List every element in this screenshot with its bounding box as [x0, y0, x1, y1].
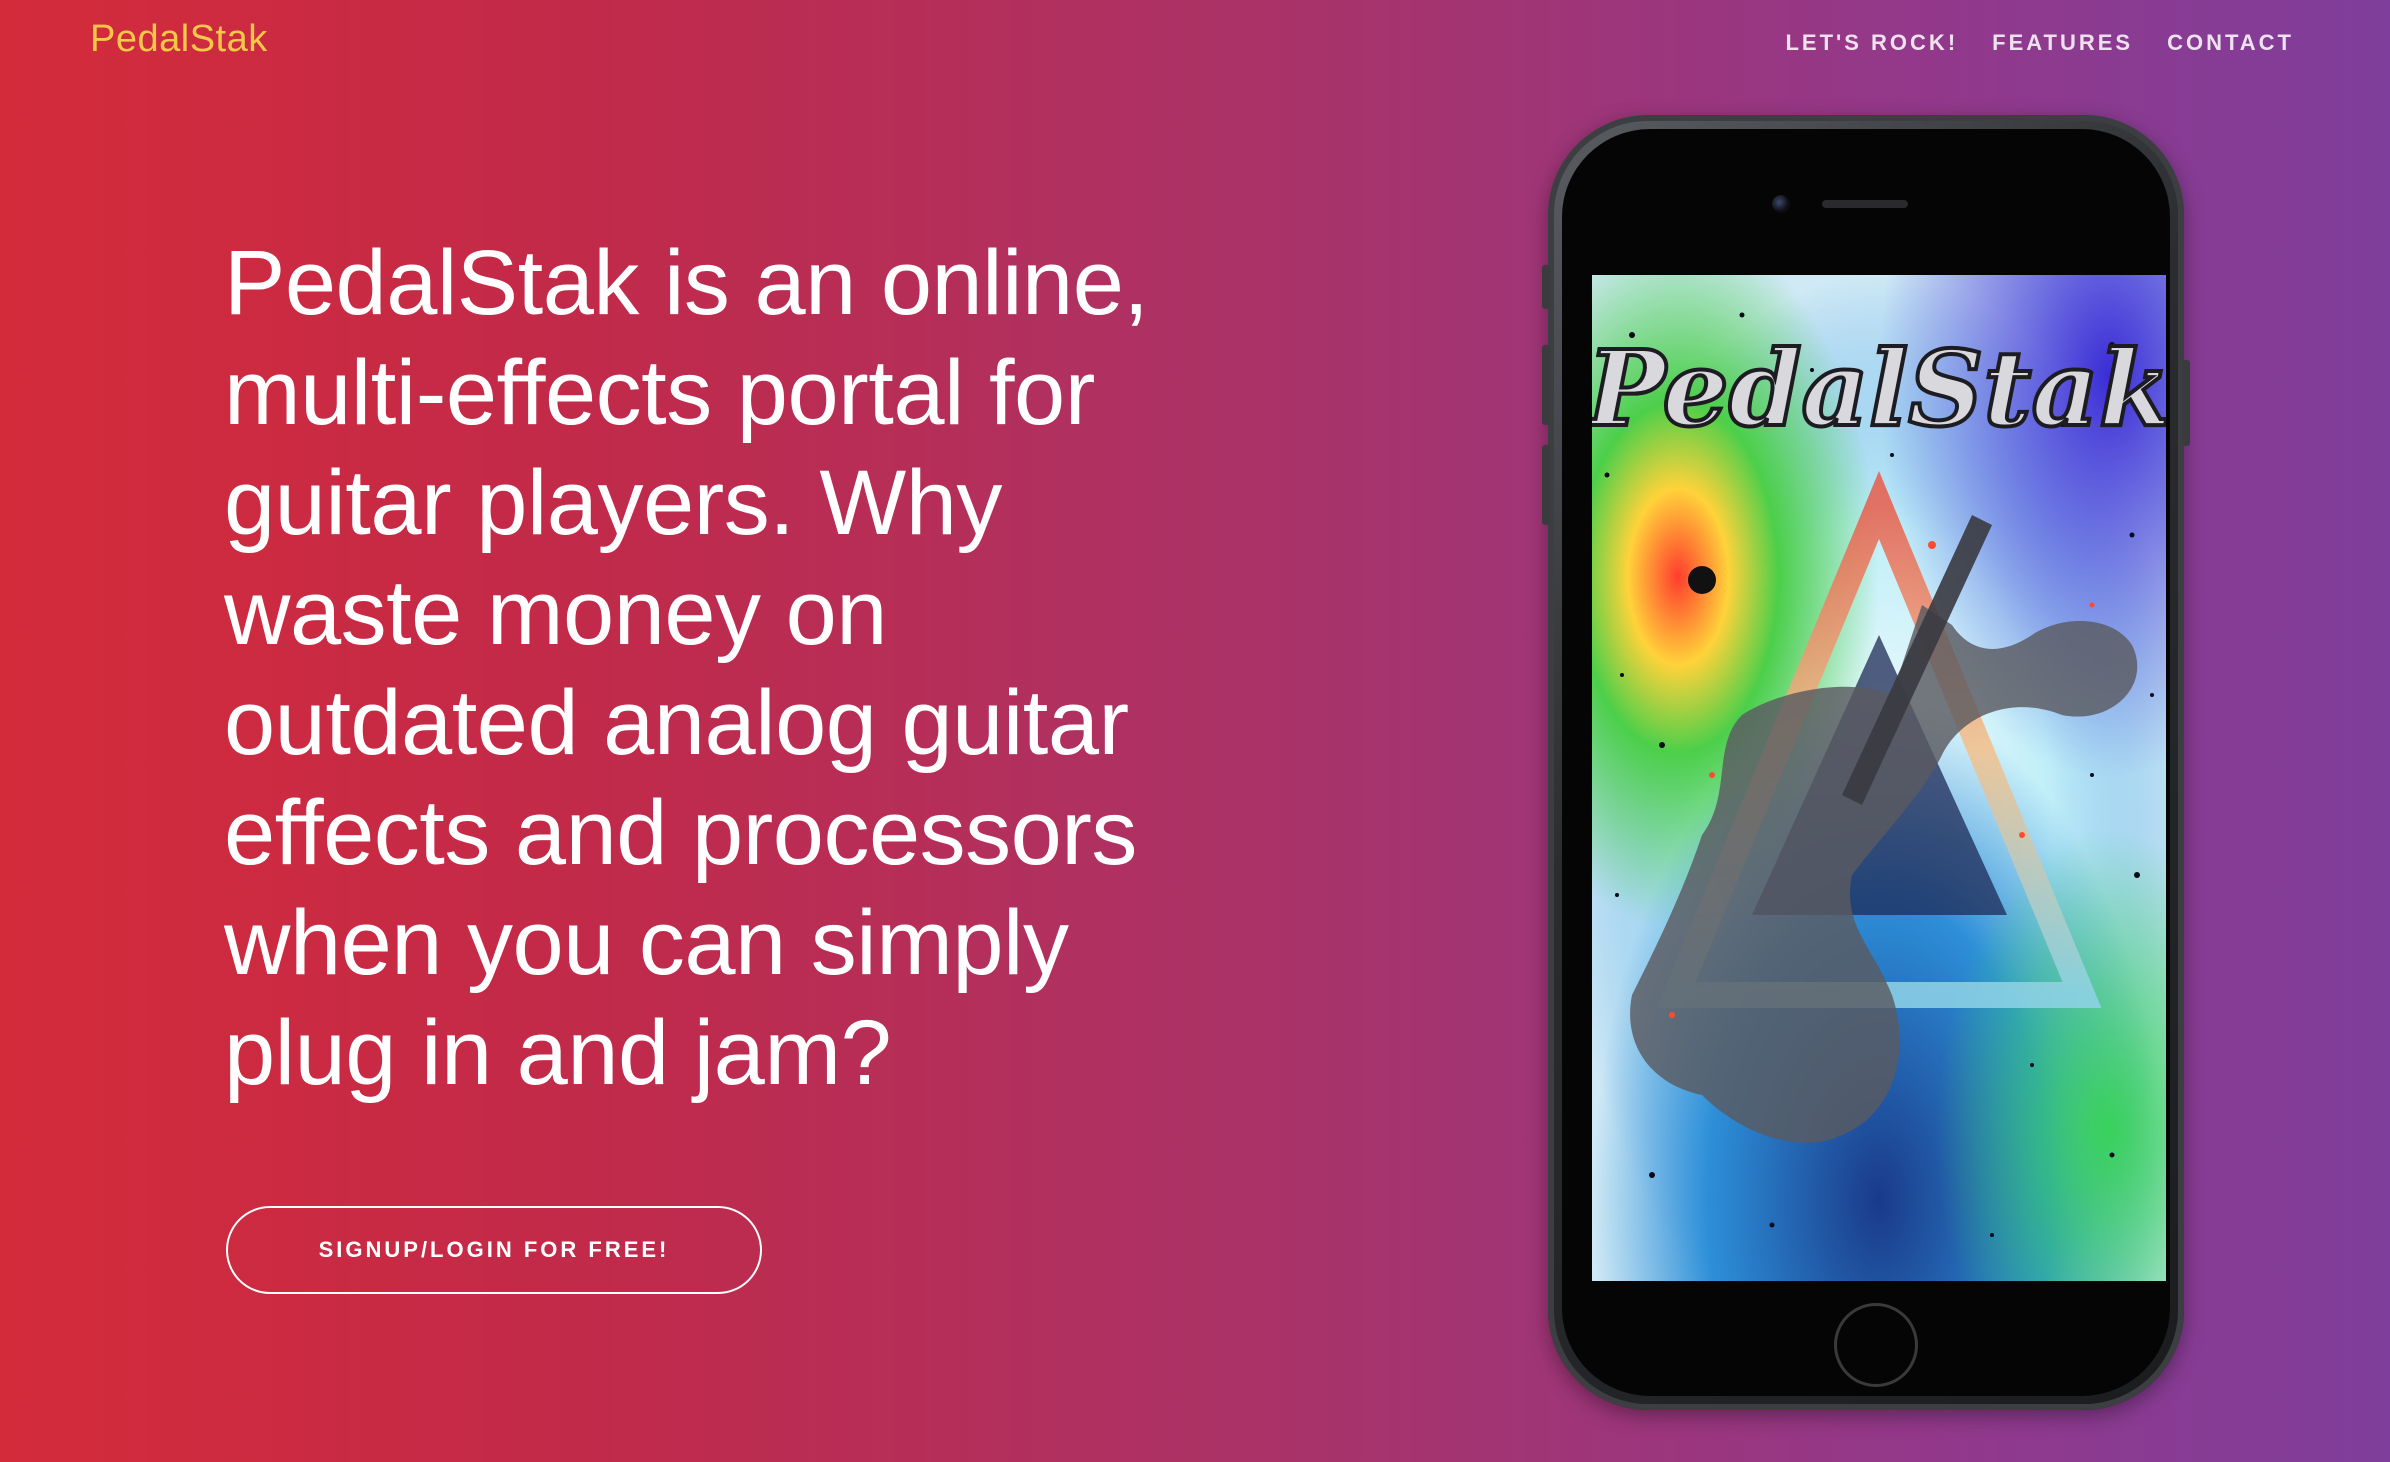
brand-logo[interactable]: PedalStak — [90, 18, 268, 61]
phone-power-button — [2182, 360, 2190, 446]
nav-link-features[interactable]: FEATURES — [1992, 30, 2133, 56]
camera-icon — [1772, 195, 1790, 213]
signup-login-button[interactable]: SIGNUP/LOGIN FOR FREE! — [226, 1206, 762, 1294]
phone-home-button — [1834, 1303, 1918, 1387]
phone-volume-up — [1542, 345, 1550, 425]
phone-screen-artwork: PedalStak — [1592, 275, 2166, 1281]
speaker-grille — [1822, 200, 1908, 208]
phone-volume-down — [1542, 445, 1550, 525]
phone-mute-switch — [1542, 265, 1550, 309]
hero-headline: PedalStak is an online, multi-effects po… — [224, 232, 1149, 1104]
pedalstak-splash-art: PedalStak — [1592, 275, 2166, 1281]
nav-link-contact[interactable]: CONTACT — [2167, 30, 2294, 56]
phone-mockup: PedalStak — [1542, 115, 2190, 1410]
phone-logo-text: PedalStak — [1592, 327, 2166, 450]
phone-face: PedalStak — [1562, 129, 2170, 1396]
nav-link-lets-rock[interactable]: LET'S ROCK! — [1785, 30, 1958, 56]
main-nav: LET'S ROCK! FEATURES CONTACT — [1785, 30, 2294, 56]
